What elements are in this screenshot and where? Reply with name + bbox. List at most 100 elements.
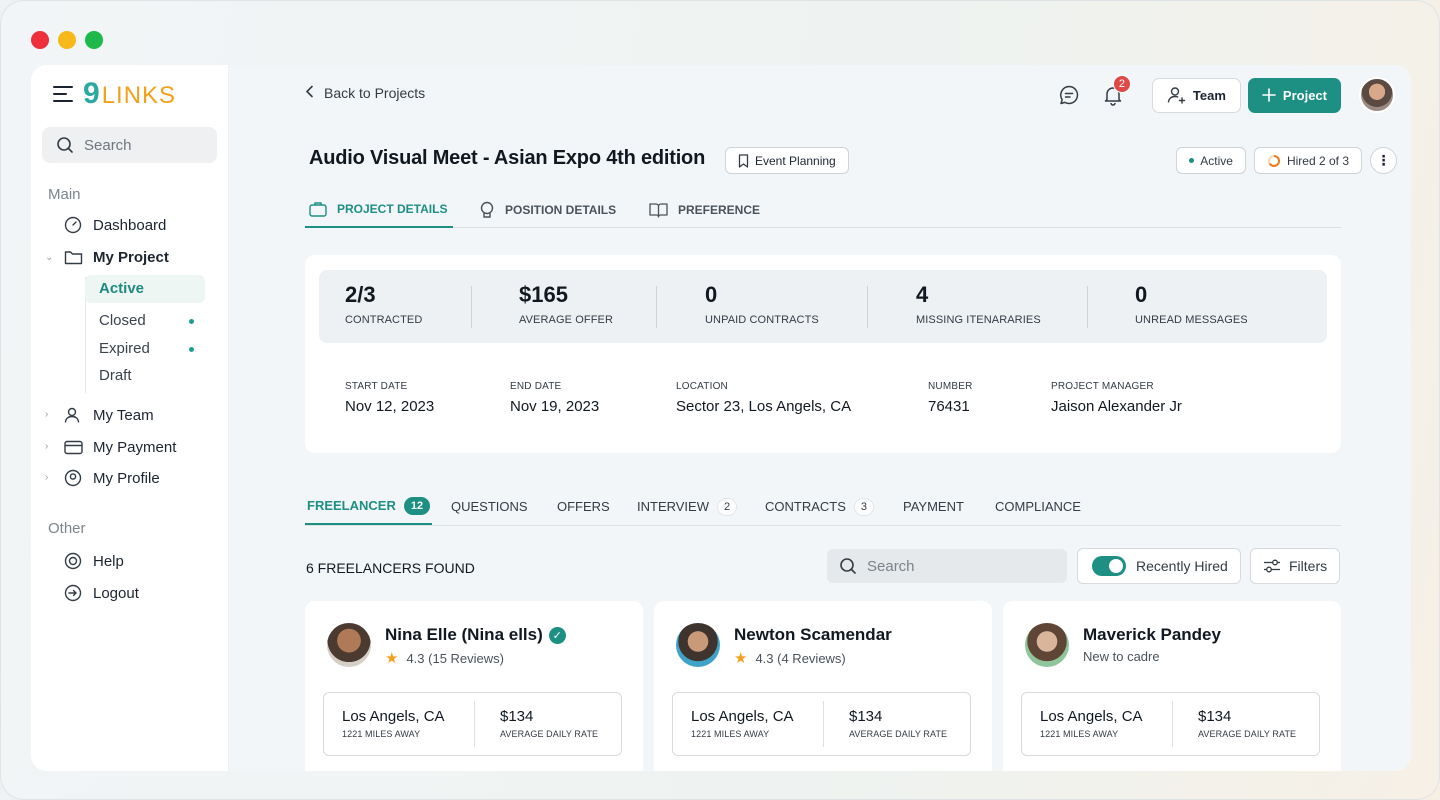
sidebar-item-my-profile[interactable]: My Profile — [63, 468, 160, 488]
hired-progress-badge[interactable]: Hired 2 of 3 — [1253, 147, 1362, 174]
meta-key: START DATE — [345, 381, 408, 392]
tab-label: CONTRACTS — [765, 499, 846, 514]
sidebar-item-my-team[interactable]: My Team — [63, 405, 154, 425]
close-window-button[interactable] — [31, 31, 49, 49]
freelancer-rating: ★ 4.3 (4 Reviews) — [734, 649, 846, 667]
rate-value: $134 — [500, 708, 534, 725]
chevron-left-icon — [305, 85, 314, 101]
category-label: Event Planning — [755, 153, 836, 168]
logo[interactable]: 9 LINKS — [83, 77, 176, 111]
freelancer-info-box: Los Angels, CA 1221 MILES AWAY $134 AVER… — [672, 692, 971, 756]
tab-freelancer[interactable]: FREELANCER 12 — [305, 488, 433, 525]
sidebar-search-placeholder: Search — [84, 136, 132, 154]
freelancer-card[interactable]: Newton Scamendar ★ 4.3 (4 Reviews) Los A… — [654, 601, 992, 771]
search-icon — [57, 137, 73, 153]
back-to-projects-link[interactable]: Back to Projects — [305, 85, 425, 101]
toggle-switch[interactable] — [1092, 556, 1126, 576]
tab-questions[interactable]: QUESTIONS — [451, 488, 528, 525]
notifications-button[interactable]: 2 — [1098, 75, 1131, 110]
user-icon — [63, 405, 83, 425]
stat-label: CONTRACTED — [345, 314, 423, 326]
tab-compliance[interactable]: COMPLIANCE — [995, 488, 1081, 525]
meta-end-date: END DATE Nov 19, 2023 — [510, 381, 599, 415]
filters-label: Filters — [1289, 558, 1328, 574]
freelancer-info-box: Los Angels, CA 1221 MILES AWAY $134 AVER… — [1021, 692, 1320, 756]
sidebar-item-label: My Project — [93, 248, 169, 266]
status-text: New to cadre — [1083, 649, 1160, 664]
toggle-label: Recently Hired — [1136, 558, 1228, 574]
stat-value: 4 — [916, 282, 929, 307]
freelancer-search-input[interactable]: Search — [827, 549, 1067, 583]
tab-preference[interactable]: PREFERENCE — [649, 192, 760, 228]
hired-label: Hired 2 of 3 — [1286, 153, 1349, 168]
freelancer-name: Nina Elle (Nina ells) — [385, 625, 543, 644]
progress-ring-icon — [1267, 154, 1280, 167]
help-icon — [63, 551, 83, 571]
more-options-icon[interactable]: ⋮ — [1370, 147, 1397, 174]
section-other-label: Other — [48, 520, 86, 537]
tab-interview[interactable]: INTERVIEW 2 — [637, 488, 738, 525]
sidebar-item-my-project[interactable]: My Project — [63, 247, 169, 267]
freelancer-rate: $134 AVERAGE DAILY RATE — [500, 708, 598, 739]
app-shell: 9 LINKS Search Main Dashboard ⌄ My Proje… — [31, 65, 1411, 771]
freelancer-location: Los Angels, CA 1221 MILES AWAY — [1040, 708, 1143, 739]
tab-label: FREELANCER — [307, 498, 396, 513]
category-tag[interactable]: Event Planning — [725, 147, 849, 174]
star-icon: ★ — [385, 650, 399, 667]
expired-indicator-dot — [189, 347, 194, 352]
stat-label: UNPAID CONTRACTS — [705, 314, 819, 326]
status-badge[interactable]: Active — [1176, 147, 1246, 174]
filters-button[interactable]: Filters — [1250, 548, 1341, 584]
team-button[interactable]: Team — [1151, 77, 1241, 113]
freelancer-name-row: Newton Scamendar — [734, 625, 892, 645]
maximize-window-button[interactable] — [85, 31, 103, 49]
sidebar-item-logout[interactable]: Logout — [63, 583, 139, 603]
minimize-window-button[interactable] — [58, 31, 76, 49]
window-controls — [31, 31, 103, 49]
divider — [1172, 701, 1173, 747]
stat-label: MISSING ITENARARIES — [916, 314, 1041, 326]
messages-button[interactable] — [1054, 80, 1084, 110]
sidebar-item-help[interactable]: Help — [63, 551, 124, 571]
tab-offers[interactable]: OFFERS — [557, 488, 610, 525]
count-badge: 12 — [403, 496, 431, 515]
book-icon — [649, 203, 668, 218]
sidebar-item-label: Dashboard — [93, 216, 167, 234]
logo-row: 9 LINKS — [53, 77, 176, 111]
recently-hired-toggle[interactable]: Recently Hired — [1077, 548, 1241, 584]
sidebar-subitem-active[interactable]: Active — [85, 275, 205, 303]
add-project-button[interactable]: Project — [1247, 77, 1341, 113]
chevron-right-icon[interactable]: › — [45, 472, 48, 483]
user-avatar[interactable] — [1359, 77, 1395, 113]
sidebar-search-input[interactable]: Search — [42, 127, 217, 163]
logout-icon — [63, 583, 83, 603]
bookmark-icon — [738, 153, 749, 168]
chevron-down-icon[interactable]: ⌄ — [45, 252, 53, 263]
freelancer-card[interactable]: Maverick Pandey New to cadre Los Angels,… — [1003, 601, 1341, 771]
stat-unpaid-contracts: 0 UNPAID CONTRACTS — [705, 282, 819, 326]
menu-icon[interactable] — [53, 86, 73, 102]
avatar — [676, 623, 720, 667]
freelancer-rating: ★ 4.3 (15 Reviews) — [385, 649, 504, 667]
sidebar-item-label: Logout — [93, 584, 139, 602]
sidebar-item-dashboard[interactable]: Dashboard — [63, 215, 166, 235]
sidebar: 9 LINKS Search Main Dashboard ⌄ My Proje… — [31, 65, 229, 771]
sidebar-subitem-closed[interactable]: Closed — [99, 312, 146, 329]
chevron-right-icon[interactable]: › — [45, 441, 48, 452]
tab-payment[interactable]: PAYMENT — [903, 488, 964, 525]
status-label: Active — [1200, 153, 1233, 168]
chat-icon — [1059, 85, 1079, 105]
sidebar-item-my-payment[interactable]: My Payment — [63, 437, 176, 457]
tab-contracts[interactable]: CONTRACTS 3 — [765, 488, 875, 525]
chevron-right-icon[interactable]: › — [45, 409, 48, 420]
meta-start-date: START DATE Nov 12, 2023 — [345, 381, 434, 415]
sidebar-subitem-expired[interactable]: Expired — [99, 340, 150, 357]
sidebar-subitem-draft[interactable]: Draft — [99, 367, 132, 384]
meta-value: 76431 — [928, 398, 970, 415]
freelancer-card[interactable]: Nina Elle (Nina ells) ✓ ★ 4.3 (15 Review… — [305, 601, 643, 771]
tab-position-details[interactable]: POSITION DETAILS — [479, 192, 616, 228]
back-label: Back to Projects — [324, 85, 426, 101]
rate-label: AVERAGE DAILY RATE — [849, 729, 948, 739]
avatar — [1025, 623, 1069, 667]
tab-project-details[interactable]: PROJECT DETAILS — [305, 192, 454, 228]
